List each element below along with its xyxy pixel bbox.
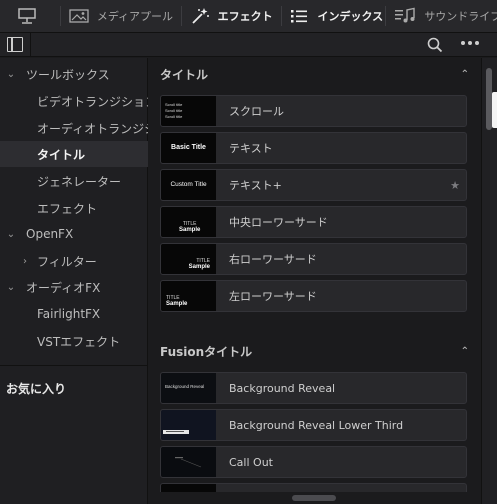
effects-wand-icon xyxy=(190,7,210,25)
sidebar-item-toolbox[interactable]: ⌄ ツールボックス xyxy=(0,61,148,87)
chevron-up-icon[interactable]: ⌃ xyxy=(461,346,469,357)
sidebar-item-fairlightfx[interactable]: FairlightFX xyxy=(0,301,148,327)
thumb-text: Sample xyxy=(166,301,188,307)
sidebar-item-titles[interactable]: タイトル xyxy=(0,141,148,167)
item-label: 中央ローワーサード xyxy=(229,216,328,229)
toolbar-button-effects[interactable]: エフェクト xyxy=(182,0,281,33)
sidebar-item-label: OpenFX xyxy=(26,227,74,241)
chevron-down-icon[interactable]: ⌄ xyxy=(4,229,18,240)
item-label: Background Reveal Lower Third xyxy=(229,418,404,432)
sidebar-item-audio-transitions[interactable]: オーディオトランジション xyxy=(0,115,148,141)
sidebar-item-label: フィルター xyxy=(37,254,97,269)
chevron-down-icon[interactable]: ⌄ xyxy=(4,282,18,293)
list-item-background-reveal[interactable]: Background Reveal Background Reveal xyxy=(160,372,467,404)
toolbar-label-sound-library: サウンドライブラ xyxy=(424,10,497,23)
list-item-call-out[interactable]: Call Out xyxy=(160,446,467,478)
chevron-right-icon[interactable]: › xyxy=(18,256,32,267)
sidebar-item-label: ジェネレーター xyxy=(37,174,122,189)
panel-header-bar xyxy=(0,33,497,57)
scrollbar-thumb[interactable] xyxy=(292,495,336,501)
sidebar-item-label: FairlightFX xyxy=(37,307,101,321)
callout-line-graphic xyxy=(175,457,202,468)
top-toolbar: メディアプール エフェクト インデックス サウンドライブラ xyxy=(0,0,497,33)
thumb-text: Background Reveal xyxy=(165,384,205,389)
item-label: スクロール xyxy=(229,105,284,118)
section-header-fusion-titles[interactable]: Fusionタイトル ⌃ xyxy=(148,338,481,364)
sound-library-icon xyxy=(394,7,416,25)
horizontal-scrollbar[interactable] xyxy=(148,492,481,504)
thumb-text: Scroll title xyxy=(165,114,183,119)
thumb-text: Sample xyxy=(188,264,210,270)
toolbar-button-index[interactable]: インデックス xyxy=(281,0,385,33)
sidebar-item-label: オーディオFX xyxy=(26,280,101,295)
list-item-scroll[interactable]: Scroll title Scroll title Scroll title ス… xyxy=(160,95,467,127)
effects-sidebar: ⌄ ツールボックス ビデオトランジション オーディオトランジション タイトル ジ… xyxy=(0,58,148,504)
list-item-right-lower-third[interactable]: TITLE Sample 右ローワーサード xyxy=(160,243,467,275)
item-label: Call Out xyxy=(229,455,273,469)
viewer-edge xyxy=(492,92,497,128)
thumbnail-left-lower-third: TITLE Sample xyxy=(161,281,216,311)
sidebar-item-filters[interactable]: › フィルター xyxy=(0,248,148,274)
thumb-text: Custom Title xyxy=(170,181,207,188)
list-item-text-plus[interactable]: Custom Title テキスト+ ★ xyxy=(160,169,467,201)
section-header-titles[interactable]: タイトル ⌃ xyxy=(148,61,481,87)
thumbnail-custom-title: Custom Title xyxy=(161,170,216,200)
toolbar-button-monitor[interactable] xyxy=(0,0,60,33)
monitor-icon xyxy=(16,7,38,25)
sidebar-item-openfx[interactable]: ⌄ OpenFX xyxy=(0,221,148,247)
sidebar-item-label: VSTエフェクト xyxy=(37,334,121,349)
thumbnail-basic-title: Basic Title xyxy=(161,133,216,163)
item-label: テキスト xyxy=(229,142,273,155)
list-item-background-reveal-lower-third[interactable]: Background Reveal Lower Third xyxy=(160,409,467,441)
thumbnail-background-reveal-lower-third xyxy=(161,410,216,440)
sidebar-item-vst-effects[interactable]: VSTエフェクト xyxy=(0,328,148,354)
sidebar-item-generators[interactable]: ジェネレーター xyxy=(0,168,148,194)
sidebar-toggle-icon[interactable] xyxy=(7,37,23,52)
sidebar-item-label: ビデオトランジション xyxy=(37,94,148,109)
media-pool-icon xyxy=(69,7,89,25)
toolbar-button-media-pool[interactable]: メディアプール xyxy=(61,0,181,33)
chevron-down-icon[interactable]: ⌄ xyxy=(4,69,18,80)
list-item-left-lower-third[interactable]: TITLE Sample 左ローワーサード xyxy=(160,280,467,312)
effects-list: タイトル ⌃ Scroll title Scroll title Scroll … xyxy=(148,58,481,504)
search-icon[interactable] xyxy=(427,37,443,53)
list-item-text[interactable]: Basic Title テキスト xyxy=(160,132,467,164)
thumb-text: Basic Title xyxy=(171,144,206,151)
sidebar-item-effects[interactable]: エフェクト xyxy=(0,195,148,221)
chevron-up-icon[interactable]: ⌃ xyxy=(461,69,469,80)
toolbar-button-sound-library[interactable]: サウンドライブラ xyxy=(386,0,497,33)
index-list-icon xyxy=(289,7,309,25)
favorites-heading[interactable]: お気に入り xyxy=(6,380,66,397)
thumbnail-call-out xyxy=(161,447,216,477)
sidebar-divider xyxy=(0,365,148,366)
sidebar-item-label: エフェクト xyxy=(37,201,98,216)
header-divider xyxy=(30,33,31,57)
item-label: Background Reveal xyxy=(229,381,336,395)
thumbnail-lower-bar xyxy=(163,430,189,434)
sidebar-item-video-transitions[interactable]: ビデオトランジション xyxy=(0,88,148,114)
toolbar-label-effects: エフェクト xyxy=(217,10,273,23)
section-title: タイトル xyxy=(160,67,209,82)
thumbnail-background-reveal: Background Reveal xyxy=(161,373,216,403)
toolbar-label-media-pool: メディアプール xyxy=(96,10,174,23)
item-label: 右ローワーサード xyxy=(229,253,317,266)
item-label: テキスト+ xyxy=(229,179,282,192)
thumbnail-center-lower-third: TITLE Sample xyxy=(161,207,216,237)
thumbnail-scroll: Scroll title Scroll title Scroll title xyxy=(161,96,216,126)
thumbnail-right-lower-third: TITLE Sample xyxy=(161,244,216,274)
sidebar-item-label: オーディオトランジション xyxy=(37,121,148,136)
more-options-icon[interactable] xyxy=(461,41,483,49)
list-item-center-lower-third[interactable]: TITLE Sample 中央ローワーサード xyxy=(160,206,467,238)
sidebar-item-label: タイトル xyxy=(37,147,86,162)
section-title: Fusionタイトル xyxy=(160,344,253,359)
item-label: 左ローワーサード xyxy=(229,290,317,303)
star-icon[interactable]: ★ xyxy=(450,179,460,192)
sidebar-item-audio-fx[interactable]: ⌄ オーディオFX xyxy=(0,274,148,300)
thumb-text: Sample xyxy=(179,227,201,233)
sidebar-item-label: ツールボックス xyxy=(26,67,110,82)
toolbar-label-index: インデックス xyxy=(317,10,384,23)
